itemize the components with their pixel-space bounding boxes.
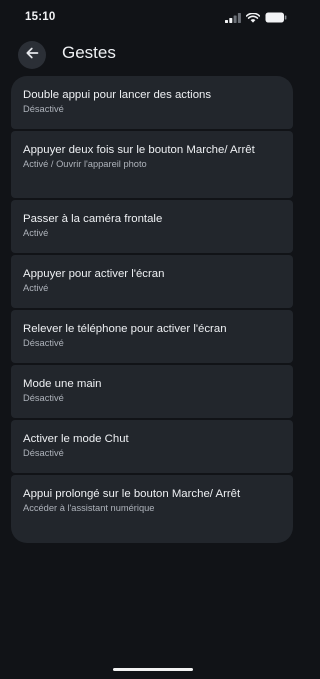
setting-status: Désactivé	[23, 338, 64, 348]
arrow-left-icon	[25, 46, 39, 65]
setting-title: Appuyer deux fois sur le bouton Marche/ …	[23, 144, 255, 156]
app-bar: Gestes	[0, 40, 305, 72]
setting-front-camera[interactable]: Passer à la caméra frontale Activé	[11, 200, 293, 253]
setting-title: Activer le mode Chut	[23, 433, 129, 445]
setting-status: Désactivé	[23, 393, 64, 403]
setting-status: Activé	[23, 228, 49, 238]
setting-power-long-press[interactable]: Appui prolongé sur le bouton Marche/ Arr…	[11, 475, 293, 543]
wifi-icon	[246, 12, 260, 23]
back-button[interactable]	[18, 41, 46, 69]
setting-title: Appui prolongé sur le bouton Marche/ Arr…	[23, 488, 241, 500]
setting-status: Activé	[23, 283, 49, 293]
setting-title: Double appui pour lancer des actions	[23, 89, 212, 101]
setting-status: Activé / Ouvrir l'appareil photo	[23, 159, 147, 169]
setting-double-tap-actions[interactable]: Double appui pour lancer des actions Dés…	[11, 76, 293, 129]
setting-power-double-press[interactable]: Appuyer deux fois sur le bouton Marche/ …	[11, 131, 293, 198]
status-icons	[225, 12, 287, 23]
home-indicator[interactable]	[113, 667, 193, 671]
settings-list: Double appui pour lancer des actions Dés…	[11, 76, 293, 543]
setting-one-hand-mode[interactable]: Mode une main Désactivé	[11, 365, 293, 418]
setting-status: Désactivé	[23, 104, 64, 114]
setting-silence-mode[interactable]: Activer le mode Chut Désactivé	[11, 420, 293, 473]
setting-title: Mode une main	[23, 378, 102, 390]
setting-title: Appuyer pour activer l'écran	[23, 268, 165, 280]
setting-title: Relever le téléphone pour activer l'écra…	[23, 323, 227, 335]
setting-lift-to-wake[interactable]: Relever le téléphone pour activer l'écra…	[11, 310, 293, 363]
setting-title: Passer à la caméra frontale	[23, 213, 163, 225]
setting-status: Accéder à l'assistant numérique	[23, 503, 155, 513]
setting-tap-to-wake[interactable]: Appuyer pour activer l'écran Activé	[11, 255, 293, 308]
signal-icon	[225, 12, 241, 23]
status-bar: 15:10	[0, 0, 305, 34]
setting-status: Désactivé	[23, 448, 64, 458]
page-title: Gestes	[62, 43, 116, 62]
battery-icon	[265, 12, 287, 23]
status-time: 15:10	[25, 11, 56, 23]
